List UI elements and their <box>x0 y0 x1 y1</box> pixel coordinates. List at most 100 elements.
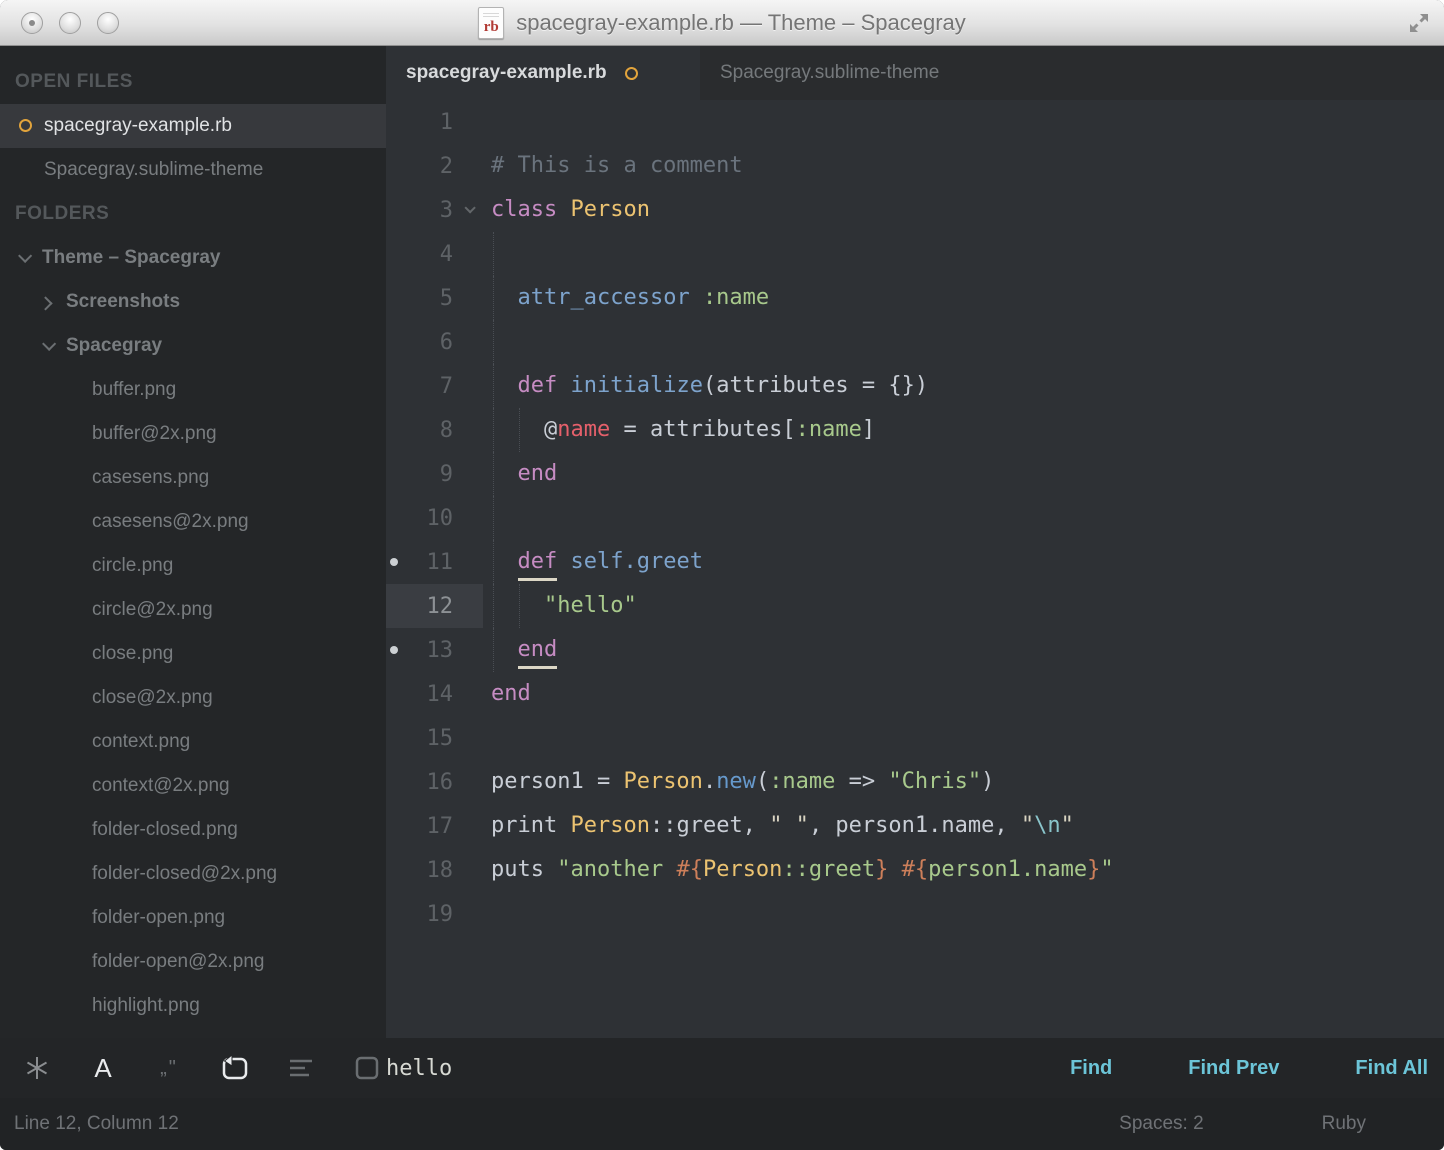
code-line[interactable]: 15 <box>386 716 1444 760</box>
tree-folder-item[interactable]: Spacegray <box>0 324 386 368</box>
gutter-cell: 2 <box>386 144 483 188</box>
case-sensitive-toggle-icon[interactable]: A <box>88 1053 118 1083</box>
tree-file-item[interactable]: folder-open@2x.png <box>0 940 386 984</box>
find-button[interactable]: Find <box>1070 1057 1112 1080</box>
code-token: def <box>518 549 558 581</box>
indent-guide <box>493 320 494 364</box>
gutter-cell: 17 <box>386 804 483 848</box>
tree-folder-item[interactable]: Theme – Spacegray <box>0 236 386 280</box>
chevron-down-icon[interactable] <box>42 337 56 351</box>
code-line[interactable]: 8 @name = attributes[:name] <box>386 408 1444 452</box>
gutter-cell: 6 <box>386 320 483 364</box>
code-line[interactable]: 14end <box>386 672 1444 716</box>
code-line[interactable]: 18puts "another #{Person::greet} #{perso… <box>386 848 1444 892</box>
tree-file-item[interactable]: casesens.png <box>0 456 386 500</box>
code-token: (attributes = {}) <box>703 373 928 398</box>
chevron-right-icon[interactable] <box>39 296 53 310</box>
regex-toggle-icon[interactable] <box>22 1053 52 1083</box>
code-line[interactable]: 3class Person <box>386 188 1444 232</box>
tree-file-item[interactable]: folder-closed.png <box>0 808 386 852</box>
code-token: " <box>1021 813 1034 838</box>
code-line-text: end <box>483 672 1444 716</box>
modified-dot-icon <box>386 646 402 654</box>
code-line-text: print Person::greet, " ", person1.name, … <box>483 804 1444 848</box>
tree-file-item[interactable]: context.png <box>0 720 386 764</box>
code-token: #{ <box>902 857 929 882</box>
code-line[interactable]: 12 "hello" <box>386 584 1444 628</box>
main-area: OPEN FILES spacegray-example.rbSpacegray… <box>0 46 1444 1038</box>
open-file-item[interactable]: spacegray-example.rb <box>0 104 386 148</box>
indent-guide <box>493 628 494 672</box>
find-prev-button[interactable]: Find Prev <box>1188 1057 1279 1080</box>
code-line[interactable]: 6 <box>386 320 1444 364</box>
tab-label: spacegray-example.rb <box>406 62 607 84</box>
code-line[interactable]: 7 def initialize(attributes = {}) <box>386 364 1444 408</box>
code-line[interactable]: 10 <box>386 496 1444 540</box>
tree-file-item[interactable]: highlight.png <box>0 984 386 1028</box>
code-line-text <box>483 892 1444 936</box>
tree-file-item[interactable]: casesens@2x.png <box>0 500 386 544</box>
gutter-cell: 8 <box>386 408 483 452</box>
code-line[interactable]: 13 end <box>386 628 1444 672</box>
whole-word-toggle-icon[interactable]: „" <box>154 1053 184 1083</box>
minimize-button[interactable] <box>59 12 81 34</box>
tree-item-label: folder-closed@2x.png <box>92 863 277 885</box>
gutter-cell: 19 <box>386 892 483 936</box>
line-number: 7 <box>402 374 453 399</box>
indent-guide <box>493 364 494 408</box>
code-editor[interactable]: 12# This is a comment3class Person45 att… <box>386 100 1444 1038</box>
code-token: attr_accessor <box>518 285 690 310</box>
indent-guide <box>493 276 494 320</box>
zoom-button[interactable] <box>97 12 119 34</box>
wrap-toggle-icon[interactable] <box>220 1053 250 1083</box>
gutter-cell: 4 <box>386 232 483 276</box>
code-line[interactable]: 1 <box>386 100 1444 144</box>
highlight-matches-toggle-icon[interactable] <box>352 1053 382 1083</box>
code-token: ] <box>862 417 875 442</box>
indent-setting[interactable]: Spaces: 2 <box>1119 1113 1204 1135</box>
tree-file-item[interactable]: buffer@2x.png <box>0 412 386 456</box>
tab-spacegray-sublime-theme[interactable]: Spacegray.sublime-theme <box>700 46 959 100</box>
code-token: end <box>518 461 558 486</box>
tree-file-item[interactable]: circle@2x.png <box>0 588 386 632</box>
unsaved-dot <box>29 20 35 26</box>
tree-file-item[interactable]: close@2x.png <box>0 676 386 720</box>
tree-file-item[interactable]: folder-closed@2x.png <box>0 852 386 896</box>
line-number: 8 <box>402 418 453 443</box>
code-line[interactable]: 5 attr_accessor :name <box>386 276 1444 320</box>
find-input[interactable] <box>386 1056 1070 1081</box>
code-line-text <box>483 496 1444 540</box>
tab-spacegray-example-rb[interactable]: spacegray-example.rb <box>386 46 700 100</box>
fold-chevron-icon[interactable] <box>453 206 483 214</box>
tree-file-item[interactable]: close.png <box>0 632 386 676</box>
code-token: ::greet <box>782 857 875 882</box>
code-line[interactable]: 16person1 = Person.new(:name => "Chris") <box>386 760 1444 804</box>
tree-file-item[interactable]: buffer.png <box>0 368 386 412</box>
close-button[interactable] <box>21 12 43 34</box>
tree-file-item[interactable]: folder-open.png <box>0 896 386 940</box>
code-line[interactable]: 4 <box>386 232 1444 276</box>
fullscreen-button[interactable] <box>1406 10 1432 36</box>
code-token <box>491 593 544 618</box>
code-line[interactable]: 9 end <box>386 452 1444 496</box>
code-line[interactable]: 11 def self.greet <box>386 540 1444 584</box>
code-line[interactable]: 19 <box>386 892 1444 936</box>
tree-item-label: circle@2x.png <box>92 599 213 621</box>
in-selection-toggle-icon[interactable] <box>286 1053 316 1083</box>
syntax-setting[interactable]: Ruby <box>1322 1113 1366 1135</box>
chevron-down-icon[interactable] <box>18 249 32 263</box>
open-file-item[interactable]: Spacegray.sublime-theme <box>0 148 386 192</box>
tree-file-item[interactable]: circle.png <box>0 544 386 588</box>
code-line[interactable]: 17print Person::greet, " ", person1.name… <box>386 804 1444 848</box>
tree-item-label: buffer@2x.png <box>92 423 217 445</box>
tree-file-item[interactable]: context@2x.png <box>0 764 386 808</box>
line-number: 5 <box>402 286 453 311</box>
folder-tree: Theme – SpacegrayScreenshotsSpacegraybuf… <box>0 236 386 1028</box>
code-token: } <box>875 857 888 882</box>
find-all-button[interactable]: Find All <box>1355 1057 1428 1080</box>
tree-folder-item[interactable]: Screenshots <box>0 280 386 324</box>
code-line[interactable]: 2# This is a comment <box>386 144 1444 188</box>
tree-item-label: casesens.png <box>92 467 209 489</box>
gutter-cell: 16 <box>386 760 483 804</box>
code-token: Person <box>570 197 649 222</box>
